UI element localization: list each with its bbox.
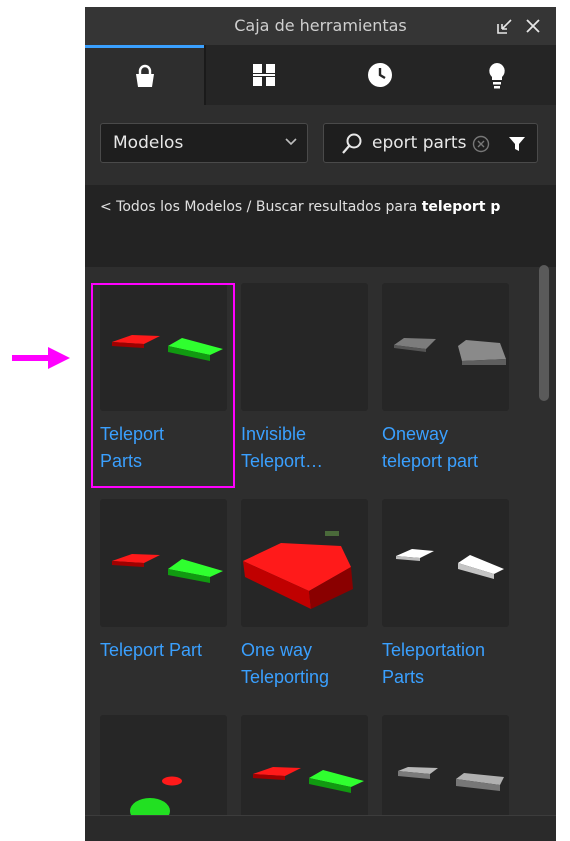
chevron-down-icon [285,124,297,162]
tab-creations[interactable] [438,45,556,105]
title-bar: Caja de herramientas [85,7,556,45]
selection-highlight [91,283,235,488]
grid-icon [253,64,275,86]
result-title[interactable]: Invisible Teleport… [241,421,369,475]
result-card[interactable]: One way Teleporting [241,499,369,691]
result-title[interactable]: One way Teleporting [241,637,369,691]
filter-row: Modelos eport parts [85,105,556,185]
breadcrumb-all-models-link[interactable]: < Todos los Modelos [100,199,242,215]
lightbulb-icon [489,63,505,89]
result-card[interactable]: Invisible Teleport… [241,283,369,475]
filter-icon[interactable] [508,135,526,153]
breadcrumb-query: teleport p [421,199,501,215]
shopping-bag-icon [135,64,154,87]
tab-bar [85,45,556,105]
pointer-arrow-icon [12,347,70,369]
result-thumbnail [382,283,509,411]
tab-recent[interactable] [322,45,438,105]
breadcrumb-bar: < Todos los Modelos / Buscar resultados … [85,185,556,267]
result-card[interactable]: Teleportation Parts [382,499,510,691]
undock-icon[interactable] [495,16,515,36]
window-title: Caja de herramientas [234,16,407,35]
clock-icon [368,63,392,87]
close-icon[interactable] [523,16,543,36]
bottom-bar [85,815,556,841]
breadcrumb: < Todos los Modelos / Buscar resultados … [100,199,501,215]
result-thumbnail [241,283,368,411]
result-thumbnail [241,499,368,627]
category-dropdown[interactable]: Modelos [100,123,308,163]
search-box[interactable]: eport parts [323,123,538,163]
result-title[interactable]: Teleport Part [100,637,228,664]
scrollbar-thumb[interactable] [539,265,549,401]
clear-search-icon[interactable] [472,135,490,153]
result-title[interactable]: Oneway teleport part [382,421,510,475]
result-thumbnail [100,499,227,627]
tab-marketplace[interactable] [206,45,322,105]
result-card[interactable]: Teleport Part [100,499,228,664]
tab-inventory[interactable] [85,45,204,105]
breadcrumb-search-prefix: Buscar resultados para [255,199,422,215]
result-title[interactable]: Teleportation Parts [382,637,510,691]
result-card[interactable]: Oneway teleport part [382,283,510,475]
search-icon [342,133,362,154]
category-dropdown-value: Modelos [113,133,184,153]
result-thumbnail [382,499,509,627]
